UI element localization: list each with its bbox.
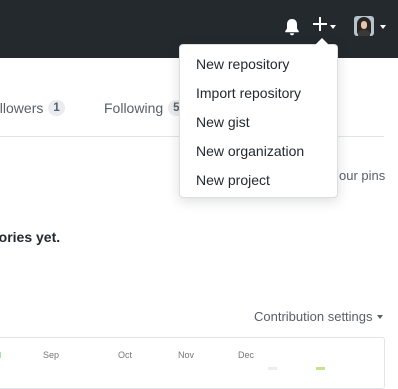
chevron-down-icon: [330, 24, 336, 29]
bell-icon[interactable]: [283, 17, 301, 37]
tab-label: ollowers: [0, 100, 44, 116]
chevron-down-icon: [380, 24, 386, 29]
tab-label: Following: [104, 100, 164, 116]
menu-item-import-repository[interactable]: Import repository: [196, 85, 301, 101]
month-label: Oct: [118, 350, 133, 360]
followers-count: 1: [48, 100, 65, 116]
contribution-graph: [0, 337, 385, 389]
contribution-settings-label: Contribution settings: [254, 309, 373, 324]
tab-followers[interactable]: ollowers 1: [0, 100, 65, 116]
contribution-settings-button[interactable]: Contribution settings: [254, 309, 383, 324]
empty-repositories-message: tories yet.: [0, 229, 61, 245]
month-label: Nov: [178, 350, 195, 360]
chevron-down-icon: [376, 315, 383, 319]
menu-item-new-gist[interactable]: New gist: [196, 114, 250, 130]
new-menu-dropdown: New repository Import repository New gis…: [179, 37, 338, 198]
contribution-day: [0, 352, 1, 358]
menu-item-new-organization[interactable]: New organization: [196, 143, 304, 159]
avatar: [354, 16, 374, 36]
tab-following[interactable]: Following 5: [104, 100, 185, 116]
menu-item-new-repository[interactable]: New repository: [196, 56, 289, 72]
user-menu-button[interactable]: [354, 15, 390, 37]
month-label: Dec: [238, 350, 255, 360]
customize-pins-link[interactable]: our pins: [339, 168, 385, 183]
menu-item-new-project[interactable]: New project: [196, 172, 270, 188]
month-label: Sep: [43, 350, 60, 360]
